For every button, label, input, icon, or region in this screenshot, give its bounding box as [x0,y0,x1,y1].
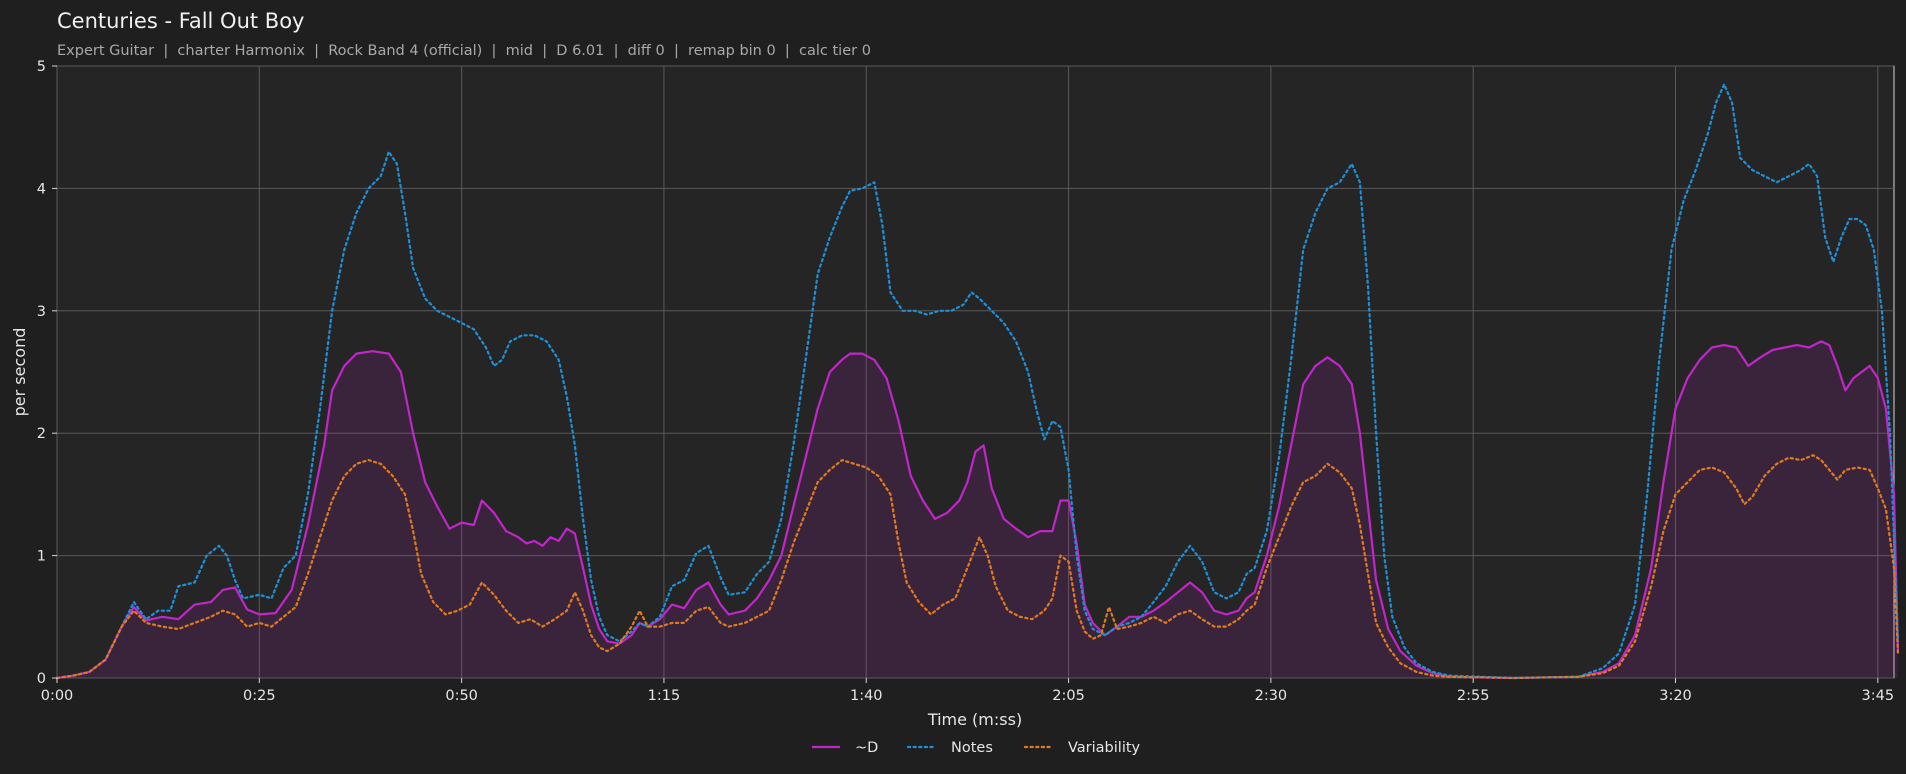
x-tick-label: 0:25 [243,688,276,704]
y-axis-ticks: 0 1 2 3 4 5 [37,59,57,687]
x-tick-label: 0:50 [445,688,478,704]
x-tick-label: 3:20 [1659,688,1692,704]
x-tick-label: 1:15 [648,688,681,704]
x-tick-label: 0:00 [41,688,74,704]
chart-subtitle: Expert Guitar | charter Harmonix | Rock … [57,43,871,59]
legend: ~D Notes Variability [812,740,1141,756]
chart: Centuries - Fall Out Boy Expert Guitar |… [10,9,1900,756]
chart-title: Centuries - Fall Out Boy [57,9,305,33]
y-tick-label: 5 [37,59,46,75]
y-tick-label: 3 [37,304,46,320]
x-tick-label: 3:45 [1862,688,1895,704]
x-tick-label: 2:30 [1255,688,1288,704]
x-tick-label: 2:05 [1052,688,1085,704]
legend-label: ~D [855,740,878,756]
y-tick-label: 1 [37,549,46,565]
legend-label: Notes [951,740,993,756]
x-tick-label: 2:55 [1457,688,1490,704]
legend-label: Variability [1068,740,1141,756]
x-axis-label: Time (m:ss) [927,710,1022,729]
y-axis-label: per second [10,328,29,417]
x-axis-ticks: 0:00 0:25 0:50 1:15 1:40 2:05 2:30 2:55 3:20 3:45 [41,678,1894,704]
y-tick-label: 2 [37,426,46,442]
x-tick-label: 1:40 [850,688,883,704]
y-tick-label: 0 [37,671,46,687]
y-tick-label: 4 [37,181,46,197]
